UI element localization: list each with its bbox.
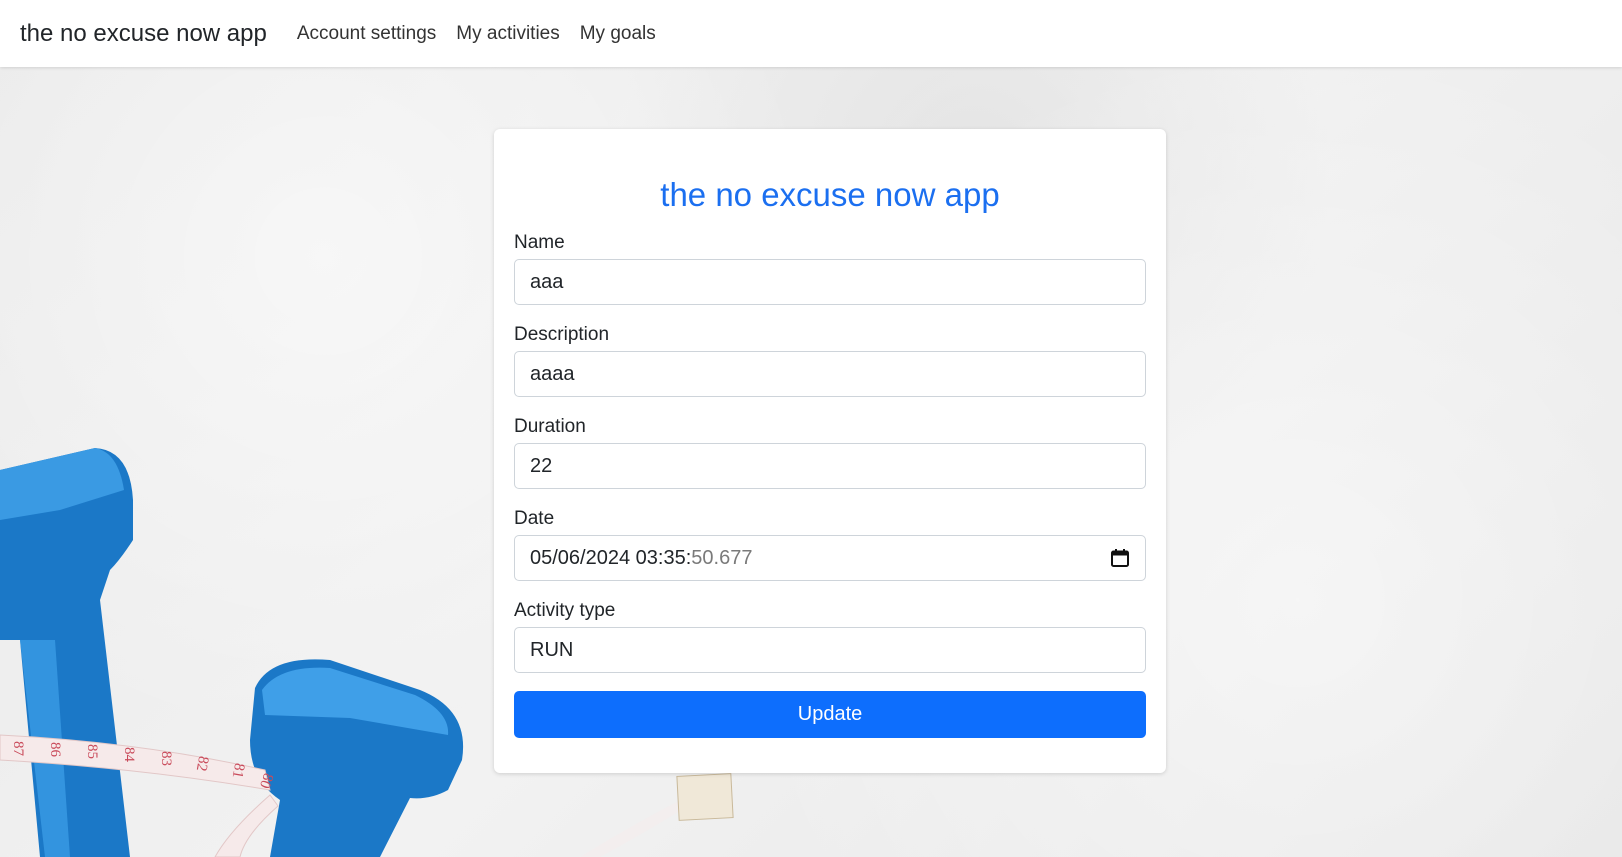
tape-number: 83 [158,751,174,766]
activity-type-field-group: Activity type RUN [514,599,1146,673]
description-input[interactable]: aaaa [514,351,1146,397]
description-input-value: aaaa [530,362,575,385]
date-value-seconds: 50.677 [691,546,753,569]
nav-link-account-settings[interactable]: Account settings [297,23,436,45]
date-field-group: Date 05/06/2024 03:35:50.677 [514,507,1146,581]
top-navbar: the no excuse now app Account settings M… [0,0,1622,67]
tape-number: 81 [228,761,248,780]
date-input-value: 05/06/2024 03:35:50.677 [530,547,752,570]
tape-number: 86 [47,742,63,757]
name-field-group: Name aaa [514,231,1146,305]
activity-form-card: the no excuse now app Name aaa Descripti… [494,129,1166,773]
tape-number: 87 [10,741,26,756]
nav-link-my-goals[interactable]: My goals [580,23,656,45]
navbar-brand[interactable]: the no excuse now app [20,20,267,48]
nav-link-my-activities[interactable]: My activities [456,23,559,45]
right-dumbbell [250,659,464,857]
date-label: Date [514,508,555,529]
duration-field-group: Duration 22 [514,415,1146,489]
date-input[interactable]: 05/06/2024 03:35:50.677 [514,535,1146,581]
calendar-icon[interactable] [1110,548,1130,568]
duration-input-value: 22 [530,454,553,477]
update-button[interactable]: Update [514,691,1146,738]
name-input[interactable]: aaa [514,259,1146,305]
tape-number: 82 [192,754,212,773]
duration-input[interactable]: 22 [514,443,1146,489]
description-field-group: Description aaaa [514,323,1146,397]
form-title: the no excuse now app [660,176,1000,213]
activity-type-input[interactable]: RUN [514,627,1146,673]
name-input-value: aaa [530,270,564,293]
date-value-main: 05/06/2024 03:35: [530,546,692,569]
activity-type-input-value: RUN [530,638,574,661]
description-label: Description [514,324,610,345]
activity-type-label: Activity type [514,600,616,621]
name-label: Name [514,232,565,253]
left-dumbbell [0,448,133,857]
tape-number: 85 [84,744,100,759]
duration-label: Duration [514,416,586,437]
tape-number: 84 [121,747,137,762]
